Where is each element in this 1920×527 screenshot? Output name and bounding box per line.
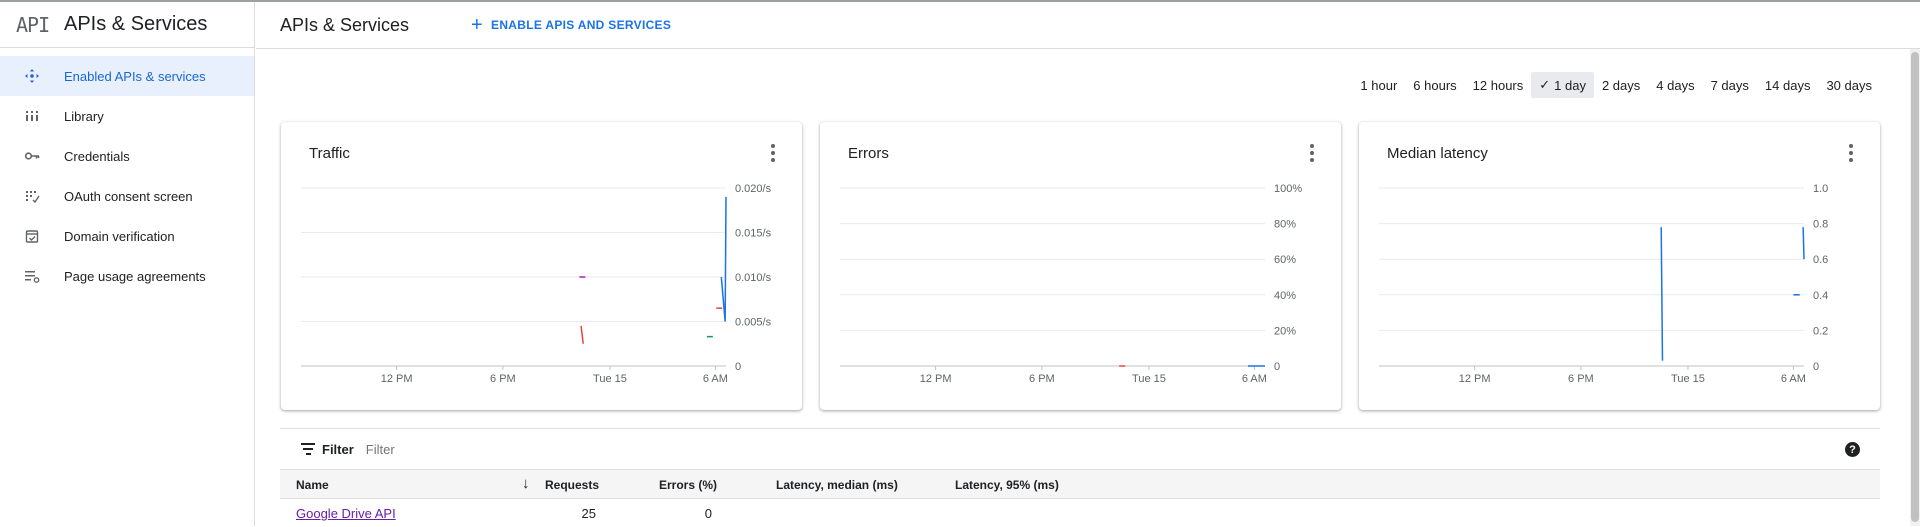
api-name-link[interactable]: Google Drive API xyxy=(296,506,396,521)
y-tick-label: 0.005/s xyxy=(735,317,772,329)
sidebar-item-label: Credentials xyxy=(64,148,130,164)
column-header-name[interactable]: Name xyxy=(296,478,329,492)
y-tick-label: 0 xyxy=(1274,361,1280,373)
latency-chart: 1.0 0.8 0.6 0.4 0.2 0 12 PM 6 PM Tue 15 6 AM xyxy=(1379,183,1828,385)
sidebar-item-oauth[interactable]: OAuth consent screen xyxy=(0,176,254,216)
enable-apis-label: ENABLE APIS AND SERVICES xyxy=(491,18,672,32)
errors-cell: 0 xyxy=(704,506,712,521)
series-line xyxy=(1660,227,1664,361)
enabled-apis-icon xyxy=(24,68,40,84)
series-line xyxy=(580,325,584,344)
plus-icon: + xyxy=(471,14,484,36)
sidebar-item-label: Enabled APIs & services xyxy=(64,68,206,84)
column-header-latency-median[interactable]: Latency, median (ms) xyxy=(776,478,898,492)
y-tick-label: 0.015/s xyxy=(735,228,772,240)
x-tick-label: Tue 15 xyxy=(1671,373,1705,385)
help-icon[interactable]: ? xyxy=(1845,442,1860,457)
api-table: Filter ? Name ↓ Requests Errors (%) Late… xyxy=(280,428,1880,526)
sidebar: API APIs & Services Enabled APIs & servi… xyxy=(0,2,255,526)
time-option-4-days[interactable]: 4 days xyxy=(1648,72,1702,98)
x-tick-label: 6 PM xyxy=(490,373,516,385)
filter-input[interactable] xyxy=(365,441,566,457)
brand: API APIs & Services xyxy=(0,2,254,48)
sidebar-nav: Enabled APIs & services Library Credenti… xyxy=(0,48,254,296)
time-option-2-days[interactable]: 2 days xyxy=(1594,72,1648,98)
x-tick-label: 6 AM xyxy=(703,373,728,385)
time-range-selector: 1 hour 6 hours 12 hours ✓ 1 day 2 days 4 … xyxy=(1352,72,1880,98)
column-header-latency-95[interactable]: Latency, 95% (ms) xyxy=(955,478,1059,492)
time-option-7-days[interactable]: 7 days xyxy=(1703,72,1757,98)
api-logo: API xyxy=(16,12,50,37)
series-line xyxy=(1802,227,1805,260)
sidebar-item-library[interactable]: Library xyxy=(0,96,254,136)
y-tick-label: 0.8 xyxy=(1813,219,1828,231)
table-row: Google Drive API 25 0 xyxy=(280,499,1880,527)
oauth-icon xyxy=(24,188,40,204)
filter-icon xyxy=(300,443,316,455)
column-header-requests[interactable]: Requests xyxy=(545,478,599,492)
x-tick-label: 6 AM xyxy=(1781,373,1806,385)
sidebar-item-page-usage[interactable]: Page usage agreements xyxy=(0,256,254,296)
settings-list-icon xyxy=(24,268,40,284)
library-icon xyxy=(24,108,40,124)
y-tick-label: 40% xyxy=(1274,290,1296,302)
x-tick-label: 12 PM xyxy=(920,373,952,385)
y-tick-label: 0.2 xyxy=(1813,325,1828,337)
requests-cell: 25 xyxy=(581,506,596,521)
enable-apis-button[interactable]: + ENABLE APIS AND SERVICES xyxy=(471,15,671,35)
time-option-1-day[interactable]: ✓ 1 day xyxy=(1531,72,1594,98)
y-tick-label: 80% xyxy=(1274,219,1296,231)
sidebar-item-label: Page usage agreements xyxy=(64,268,206,284)
table-header: Name ↓ Requests Errors (%) Latency, medi… xyxy=(280,469,1880,499)
arrow-down-icon[interactable]: ↓ xyxy=(522,475,530,492)
y-tick-label: 60% xyxy=(1274,254,1296,266)
y-tick-label: 0.6 xyxy=(1813,254,1828,266)
x-tick-label: 6 AM xyxy=(1242,373,1267,385)
errors-chart: 100% 80% 60% 40% 20% 0 12 PM 6 PM Tue 15 6 AM xyxy=(840,183,1302,385)
brand-title: APIs & Services xyxy=(64,13,208,35)
sidebar-item-domain-verification[interactable]: Domain verification xyxy=(0,216,254,256)
key-icon xyxy=(24,148,40,164)
series-line xyxy=(720,196,727,322)
sidebar-item-credentials[interactable]: Credentials xyxy=(0,136,254,176)
check-icon: ✓ xyxy=(1539,77,1551,92)
y-tick-label: 1.0 xyxy=(1813,183,1828,195)
x-tick-label: 6 PM xyxy=(1029,373,1055,385)
x-tick-label: 12 PM xyxy=(381,373,413,385)
time-option-6-hours[interactable]: 6 hours xyxy=(1405,72,1464,98)
filter-bar: Filter ? xyxy=(280,429,1880,469)
time-option-1-hour[interactable]: 1 hour xyxy=(1352,72,1405,98)
latency-card: Median latency 1.0 0.8 0.6 0.4 0.2 0 12 PM 6 PM… xyxy=(1359,122,1880,410)
sidebar-item-label: OAuth consent screen xyxy=(64,188,193,204)
scrollbar-thumb[interactable] xyxy=(1911,52,1919,522)
sidebar-item-enabled-apis[interactable]: Enabled APIs & services xyxy=(0,56,254,96)
y-tick-label: 0 xyxy=(1813,361,1819,373)
page-header: APIs & Services + ENABLE APIS AND SERVIC… xyxy=(256,2,1920,49)
sidebar-item-label: Domain verification xyxy=(64,228,175,244)
column-header-errors[interactable]: Errors (%) xyxy=(659,478,717,492)
traffic-chart: 0.020/s 0.015/s 0.010/s 0.005/s 0 12 PM 6 PM Tu… xyxy=(301,183,772,385)
time-option-14-days[interactable]: 14 days xyxy=(1757,72,1819,98)
y-tick-label: 20% xyxy=(1274,325,1296,337)
x-tick-label: 6 PM xyxy=(1568,373,1594,385)
filter-label: Filter xyxy=(322,441,354,457)
x-tick-label: Tue 15 xyxy=(593,373,627,385)
traffic-card: Traffic 0.020/s 0.015/s 0.010/s 0.005/s 0 12 … xyxy=(281,122,802,410)
y-tick-label: 0.010/s xyxy=(735,272,772,284)
domain-check-icon xyxy=(24,228,40,244)
y-tick-label: 0.4 xyxy=(1813,290,1828,302)
sidebar-item-label: Library xyxy=(64,108,104,124)
time-option-30-days[interactable]: 30 days xyxy=(1818,72,1880,98)
time-option-12-hours[interactable]: 12 hours xyxy=(1465,72,1532,98)
y-tick-label: 0.020/s xyxy=(735,183,772,195)
errors-card: Errors 100% 80% 60% 40% 20% 0 12 PM 6 PM Tue 15 6… xyxy=(820,122,1341,410)
x-tick-label: Tue 15 xyxy=(1132,373,1166,385)
page-title: APIs & Services xyxy=(280,14,410,35)
y-tick-label: 100% xyxy=(1274,183,1302,195)
x-tick-label: 12 PM xyxy=(1459,373,1491,385)
y-tick-label: 0 xyxy=(735,361,741,373)
